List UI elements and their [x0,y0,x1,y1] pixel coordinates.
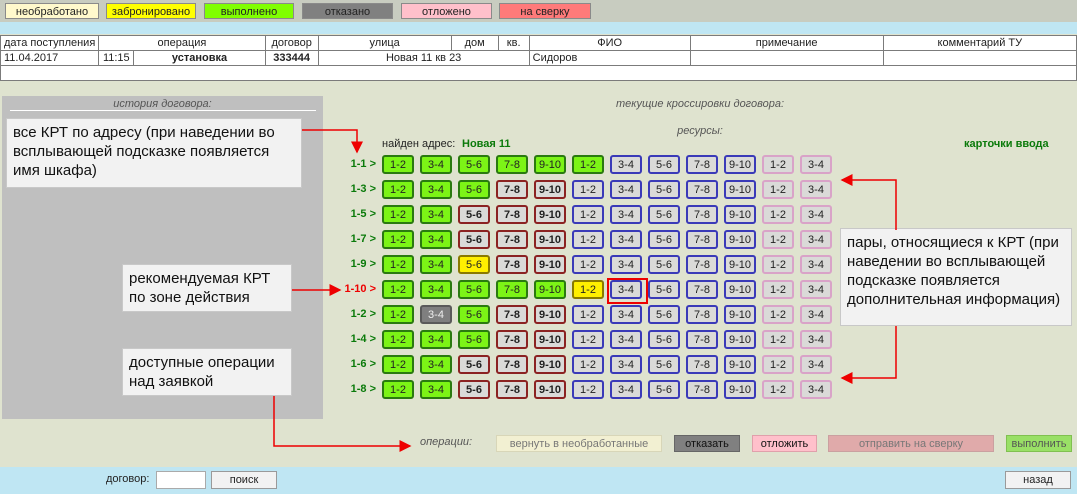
contract-search-label: договор: [106,473,150,485]
refuse-button[interactable]: отказать [674,435,740,452]
complete-button[interactable]: выполнить [1006,435,1072,452]
back-button[interactable]: назад [1005,471,1071,489]
footer-bar: договор: поиск назад [0,467,1077,494]
contract-search-input[interactable] [156,471,206,489]
operations-label: операции: [420,436,473,448]
postpone-button[interactable]: отложить [752,435,817,452]
callout-arrows [273,129,897,452]
return-to-unprocessed-button[interactable]: вернуть в необработанные [496,435,662,452]
search-button[interactable]: поиск [211,471,277,489]
send-to-check-button[interactable]: отправить на сверку [828,435,994,452]
